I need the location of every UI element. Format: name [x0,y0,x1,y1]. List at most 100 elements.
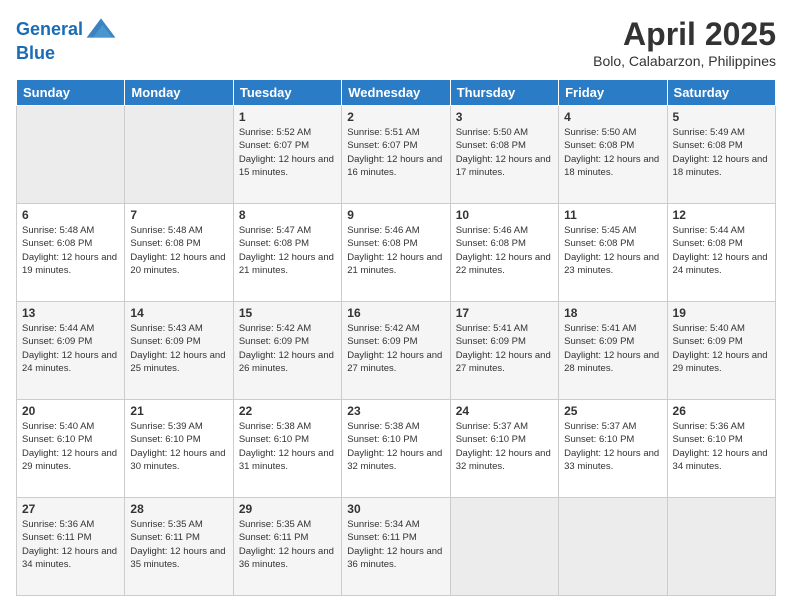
sunrise-text: Sunrise: 5:52 AM [239,126,336,139]
header: General Blue April 2025 Bolo, Calabarzon… [16,16,776,69]
calendar-cell: 24Sunrise: 5:37 AMSunset: 6:10 PMDayligh… [450,400,558,498]
day-number: 13 [22,306,119,320]
sunrise-text: Sunrise: 5:44 AM [22,322,119,335]
sunrise-text: Sunrise: 5:38 AM [239,420,336,433]
sunset-text: Sunset: 6:10 PM [22,433,119,446]
sunset-text: Sunset: 6:10 PM [239,433,336,446]
sunrise-text: Sunrise: 5:36 AM [22,518,119,531]
sunset-text: Sunset: 6:11 PM [347,531,444,544]
sunrise-text: Sunrise: 5:44 AM [673,224,770,237]
calendar-cell: 2Sunrise: 5:51 AMSunset: 6:07 PMDaylight… [342,106,450,204]
calendar-cell: 30Sunrise: 5:34 AMSunset: 6:11 PMDayligh… [342,498,450,596]
calendar-cell: 1Sunrise: 5:52 AMSunset: 6:07 PMDaylight… [233,106,341,204]
day-number: 25 [564,404,661,418]
day-info: Sunrise: 5:40 AMSunset: 6:10 PMDaylight:… [22,420,119,473]
logo-icon [85,14,117,42]
calendar-cell: 14 Sunrise: 5:43 AMSunset: 6:09 PMDayligh… [125,302,233,400]
calendar-cell: 10Sunrise: 5:46 AMSunset: 6:08 PMDayligh… [450,204,558,302]
calendar-cell: 9Sunrise: 5:46 AMSunset: 6:08 PMDaylight… [342,204,450,302]
day-info: Sunrise: 5:45 AMSunset: 6:08 PMDaylight:… [564,224,661,277]
calendar-cell: 20 Sunrise: 5:40 AMSunset: 6:10 PMDayligh… [17,400,125,498]
calendar-week-3: 13Sunrise: 5:44 AMSunset: 6:09 PMDayligh… [17,302,776,400]
sunrise-text: Sunrise: 5:43 AM [130,322,227,335]
sunset-text: Sunset: 6:08 PM [130,237,227,250]
calendar-cell: 13 Sunrise: 5:44 AMSunset: 6:09 PMDayligh… [17,302,125,400]
sunset-text: Sunset: 6:07 PM [239,139,336,152]
sunset-text: Sunset: 6:09 PM [456,335,553,348]
day-number: 19 [673,306,770,320]
day-info: Sunrise: 5:36 AMSunset: 6:10 PMDaylight:… [673,420,770,473]
sunrise-text: Sunrise: 5:37 AM [564,420,661,433]
calendar-week-5: 27Sunrise: 5:36 AMSunset: 6:11 PMDayligh… [17,498,776,596]
day-info: Sunrise: 5:50 AMSunset: 6:08 PMDaylight:… [456,126,553,179]
day-number: 20 [22,404,119,418]
col-wednesday: Wednesday [342,80,450,106]
day-number: 11 [564,208,661,222]
day-info: Sunrise: 5:50 AMSunset: 6:08 PMDaylight:… [564,126,661,179]
day-info: Sunrise: 5:37 AMSunset: 6:10 PMDaylight:… [564,420,661,473]
sunset-text: Sunset: 6:08 PM [673,237,770,250]
sunrise-text: Sunrise: 5:39 AM [130,420,227,433]
daylight-text: Daylight: 12 hours and 36 minutes. [239,545,336,572]
day-number: 3 [456,110,553,124]
day-number: 26 [673,404,770,418]
calendar-cell: 26 Sunrise: 5:36 AMSunset: 6:10 PMDayligh… [667,400,775,498]
daylight-text: Daylight: 12 hours and 24 minutes. [22,349,119,376]
calendar-table: Sunday Monday Tuesday Wednesday Thursday… [16,79,776,596]
sunset-text: Sunset: 6:08 PM [456,237,553,250]
daylight-text: Daylight: 12 hours and 15 minutes. [239,153,336,180]
sunrise-text: Sunrise: 5:37 AM [456,420,553,433]
calendar-cell: 6Sunrise: 5:48 AMSunset: 6:08 PMDaylight… [17,204,125,302]
calendar-cell: 22Sunrise: 5:38 AMSunset: 6:10 PMDayligh… [233,400,341,498]
sunset-text: Sunset: 6:08 PM [347,237,444,250]
day-number: 2 [347,110,444,124]
sunset-text: Sunset: 6:09 PM [564,335,661,348]
sunrise-text: Sunrise: 5:49 AM [673,126,770,139]
day-number: 18 [564,306,661,320]
day-info: Sunrise: 5:35 AMSunset: 6:11 PMDaylight:… [130,518,227,571]
sunset-text: Sunset: 6:09 PM [673,335,770,348]
daylight-text: Daylight: 12 hours and 35 minutes. [130,545,227,572]
sunrise-text: Sunrise: 5:41 AM [564,322,661,335]
daylight-text: Daylight: 12 hours and 34 minutes. [673,447,770,474]
calendar-body: 1Sunrise: 5:52 AMSunset: 6:07 PMDaylight… [17,106,776,596]
day-number: 30 [347,502,444,516]
sunrise-text: Sunrise: 5:40 AM [22,420,119,433]
day-info: Sunrise: 5:35 AMSunset: 6:11 PMDaylight:… [239,518,336,571]
day-info: Sunrise: 5:36 AMSunset: 6:11 PMDaylight:… [22,518,119,571]
sunset-text: Sunset: 6:11 PM [22,531,119,544]
daylight-text: Daylight: 12 hours and 32 minutes. [347,447,444,474]
sunrise-text: Sunrise: 5:42 AM [347,322,444,335]
day-info: Sunrise: 5:52 AMSunset: 6:07 PMDaylight:… [239,126,336,179]
daylight-text: Daylight: 12 hours and 17 minutes. [456,153,553,180]
calendar-cell: 28Sunrise: 5:35 AMSunset: 6:11 PMDayligh… [125,498,233,596]
sunset-text: Sunset: 6:08 PM [564,139,661,152]
calendar-cell: 7Sunrise: 5:48 AMSunset: 6:08 PMDaylight… [125,204,233,302]
day-info: Sunrise: 5:44 AMSunset: 6:09 PMDaylight:… [22,322,119,375]
daylight-text: Daylight: 12 hours and 21 minutes. [239,251,336,278]
sunrise-text: Sunrise: 5:36 AM [673,420,770,433]
calendar-cell: 29Sunrise: 5:35 AMSunset: 6:11 PMDayligh… [233,498,341,596]
daylight-text: Daylight: 12 hours and 22 minutes. [456,251,553,278]
day-number: 14 [130,306,227,320]
day-info: Sunrise: 5:49 AMSunset: 6:08 PMDaylight:… [673,126,770,179]
title-block: April 2025 Bolo, Calabarzon, Philippines [593,16,776,69]
calendar-cell: 17Sunrise: 5:41 AMSunset: 6:09 PMDayligh… [450,302,558,400]
sunset-text: Sunset: 6:08 PM [456,139,553,152]
sunrise-text: Sunrise: 5:46 AM [456,224,553,237]
calendar-cell: 15Sunrise: 5:42 AMSunset: 6:09 PMDayligh… [233,302,341,400]
sunrise-text: Sunrise: 5:48 AM [22,224,119,237]
sunset-text: Sunset: 6:09 PM [130,335,227,348]
day-info: Sunrise: 5:46 AMSunset: 6:08 PMDaylight:… [347,224,444,277]
sunrise-text: Sunrise: 5:46 AM [347,224,444,237]
day-number: 6 [22,208,119,222]
daylight-text: Daylight: 12 hours and 25 minutes. [130,349,227,376]
daylight-text: Daylight: 12 hours and 33 minutes. [564,447,661,474]
calendar-cell: 3 Sunrise: 5:50 AMSunset: 6:08 PMDaylight… [450,106,558,204]
daylight-text: Daylight: 12 hours and 31 minutes. [239,447,336,474]
sunset-text: Sunset: 6:10 PM [456,433,553,446]
calendar-cell: 11 Sunrise: 5:45 AMSunset: 6:08 PMDayligh… [559,204,667,302]
day-number: 27 [22,502,119,516]
day-info: Sunrise: 5:39 AMSunset: 6:10 PMDaylight:… [130,420,227,473]
col-tuesday: Tuesday [233,80,341,106]
